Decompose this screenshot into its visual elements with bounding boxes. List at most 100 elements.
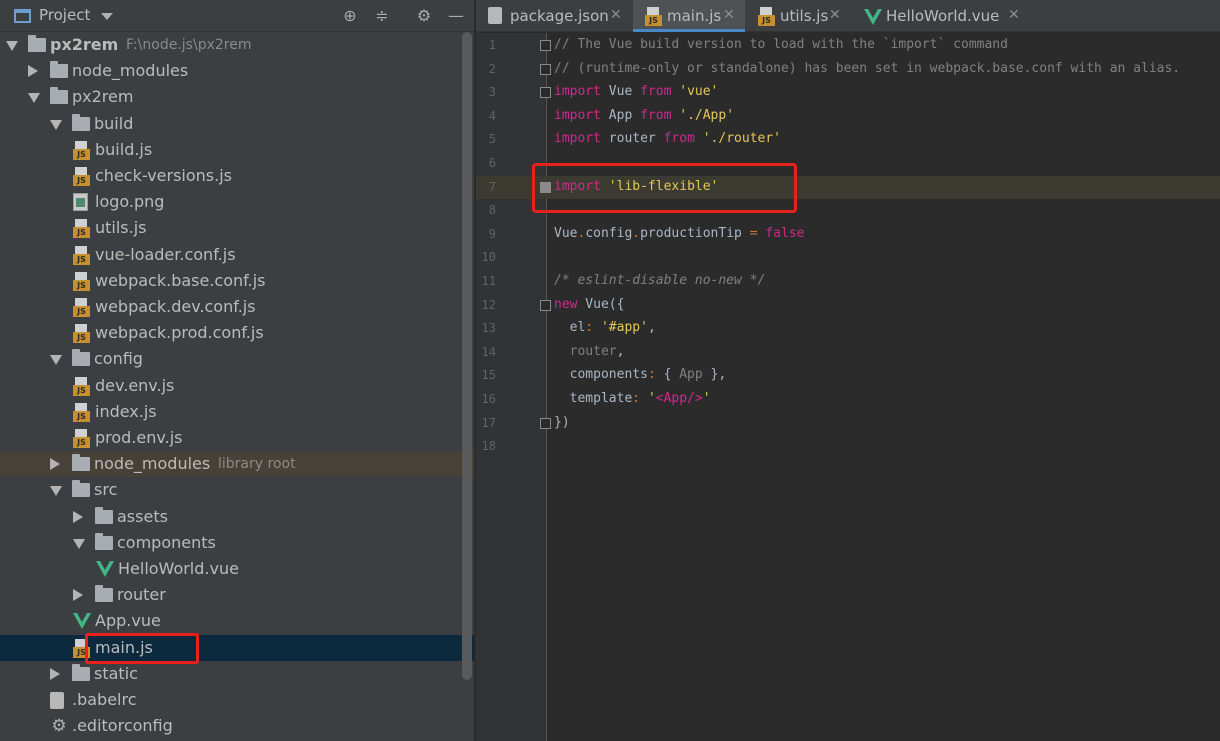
code-token: }) (554, 415, 570, 430)
tree-row-build[interactable]: build (0, 111, 474, 137)
tree-row-helloworld-vue[interactable]: HelloWorld.vue (0, 556, 474, 582)
tab-helloworld-vue[interactable]: HelloWorld.vue ✕ (852, 0, 1030, 32)
code-line[interactable]: 5 import router from './router' (476, 128, 1220, 151)
close-icon[interactable]: ✕ (829, 7, 841, 23)
code-text: Vue.config.productionTip = false (554, 226, 804, 241)
project-icon (14, 9, 31, 23)
tree-row-logo-png[interactable]: logo.png (0, 189, 474, 215)
tree-row-webpack-prod-conf-js[interactable]: JS webpack.prod.conf.js (0, 320, 474, 346)
chevron-down-icon[interactable] (101, 13, 113, 20)
tree-row-build-js[interactable]: JS build.js (0, 137, 474, 163)
tree-row-components[interactable]: components (0, 530, 474, 556)
tree-item-label: webpack.dev.conf.js (95, 297, 256, 316)
folder-icon (50, 61, 68, 78)
code-token: Vue({ (577, 297, 625, 312)
line-number: 8 (488, 203, 496, 217)
tree-row-node-modules[interactable]: node_modules library root (0, 451, 474, 477)
expand-arrow-icon[interactable] (6, 41, 18, 51)
fold-marker-icon[interactable] (540, 64, 551, 75)
expand-arrow-icon[interactable] (50, 486, 62, 496)
tree-item-label: components (117, 533, 216, 552)
project-panel-title[interactable]: Project (39, 6, 90, 24)
tree-row-main-js[interactable]: JS main.js (0, 635, 474, 661)
code-line[interactable]: 12 new Vue({ (476, 294, 1220, 317)
code-token: import (554, 108, 601, 123)
tab-main-js[interactable]: JS main.js ✕ (633, 0, 745, 32)
fold-marker-icon[interactable] (540, 418, 551, 429)
js-file-icon: JS (73, 167, 90, 186)
tree-row-assets[interactable]: assets (0, 504, 474, 530)
expand-arrow-icon[interactable] (28, 93, 40, 103)
collapse-arrow-icon[interactable] (50, 458, 60, 470)
tree-row-check-versions-js[interactable]: JS check-versions.js (0, 163, 474, 189)
code-line[interactable]: 9 Vue.config.productionTip = false (476, 223, 1220, 246)
tab-utils-js[interactable]: JS utils.js ✕ (746, 0, 851, 32)
close-icon[interactable]: ✕ (610, 7, 622, 23)
project-panel-header: Project ⊕ ≑ ⚙ — (0, 0, 474, 32)
hide-icon[interactable]: — (447, 7, 465, 25)
settings-icon[interactable]: ⚙ (415, 7, 433, 25)
code-token: components (554, 367, 648, 382)
code-line[interactable]: 1 // The Vue build version to load with t… (476, 34, 1220, 57)
expand-arrow-icon[interactable] (73, 539, 85, 549)
tree-row-config[interactable]: config (0, 346, 474, 372)
tree-row-prod-env-js[interactable]: JS prod.env.js (0, 425, 474, 451)
tree-row-utils-js[interactable]: JS utils.js (0, 215, 474, 241)
collapse-arrow-icon[interactable] (28, 65, 38, 77)
code-line[interactable]: 2 // (runtime-only or standalone) has bee… (476, 58, 1220, 81)
expand-arrow-icon[interactable] (50, 355, 62, 365)
locate-icon[interactable]: ⊕ (341, 7, 359, 25)
collapse-arrow-icon[interactable] (50, 668, 60, 680)
tree-row-static[interactable]: static (0, 661, 474, 687)
tree-row-px2rem[interactable]: px2rem F:\node.js\px2rem (0, 32, 474, 58)
tree-row-router[interactable]: router (0, 582, 474, 608)
close-icon[interactable]: ✕ (1008, 7, 1020, 23)
code-line[interactable]: 16 template: '<App/>' (476, 388, 1220, 411)
js-file-icon: JS (73, 324, 90, 343)
code-line[interactable]: 14 router, (476, 341, 1220, 364)
js-file-icon: JS (645, 7, 662, 26)
line-number: 11 (481, 274, 496, 288)
tree-row-webpack-base-conf-js[interactable]: JS webpack.base.conf.js (0, 268, 474, 294)
tree-row-px2rem[interactable]: px2rem (0, 84, 474, 110)
fold-marker-icon[interactable] (540, 87, 551, 98)
code-token: <App/> (655, 391, 703, 406)
tree-row-index-js[interactable]: JS index.js (0, 399, 474, 425)
fold-marker-icon[interactable] (540, 300, 551, 311)
tree-item-label: .babelrc (72, 690, 137, 709)
line-number: 14 (481, 345, 496, 359)
tree-row-src[interactable]: src (0, 477, 474, 503)
collapse-arrow-icon[interactable] (73, 511, 83, 523)
folder-icon (72, 454, 90, 471)
close-icon[interactable]: ✕ (723, 7, 735, 23)
tree-scrollbar[interactable] (462, 32, 472, 680)
code-line[interactable]: 15 components: { App }, (476, 364, 1220, 387)
code-line[interactable]: 13 el: '#app', (476, 317, 1220, 340)
tree-row-app-vue[interactable]: App.vue (0, 608, 474, 634)
collapse-arrow-icon[interactable] (73, 589, 83, 601)
gear-icon: ⚙ (51, 716, 67, 736)
line-number: 5 (488, 132, 496, 146)
tree-row-webpack-dev-conf-js[interactable]: JS webpack.dev.conf.js (0, 294, 474, 320)
code-line[interactable]: 4 import App from './App' (476, 105, 1220, 128)
tree-row-node-modules[interactable]: node_modules (0, 58, 474, 84)
code-line[interactable]: 11 /* eslint-disable no-new */ (476, 270, 1220, 293)
tree-row-dev-env-js[interactable]: JS dev.env.js (0, 373, 474, 399)
tab-package-json[interactable]: package.json ✕ (476, 0, 632, 32)
code-token: Vue (600, 84, 641, 99)
tree-row--editorconfig[interactable]: ⚙ .editorconfig (0, 713, 474, 739)
fold-marker-icon[interactable] (540, 40, 551, 51)
tree-row--babelrc[interactable]: .babelrc (0, 687, 474, 713)
code-line[interactable]: 3 import Vue from 'vue' (476, 81, 1220, 104)
expand-arrow-icon[interactable] (50, 120, 62, 130)
tree-row-vue-loader-conf-js[interactable]: JS vue-loader.conf.js (0, 242, 474, 268)
code-token: ' (647, 391, 656, 406)
collapse-icon[interactable]: ≑ (373, 7, 391, 25)
code-token: }, (702, 367, 727, 382)
line-number: 9 (488, 227, 496, 241)
line-number: 1 (488, 38, 496, 52)
code-line[interactable]: 17}) (476, 412, 1220, 435)
code-line[interactable]: 18 (476, 435, 1220, 458)
code-line[interactable]: 10 (476, 246, 1220, 269)
